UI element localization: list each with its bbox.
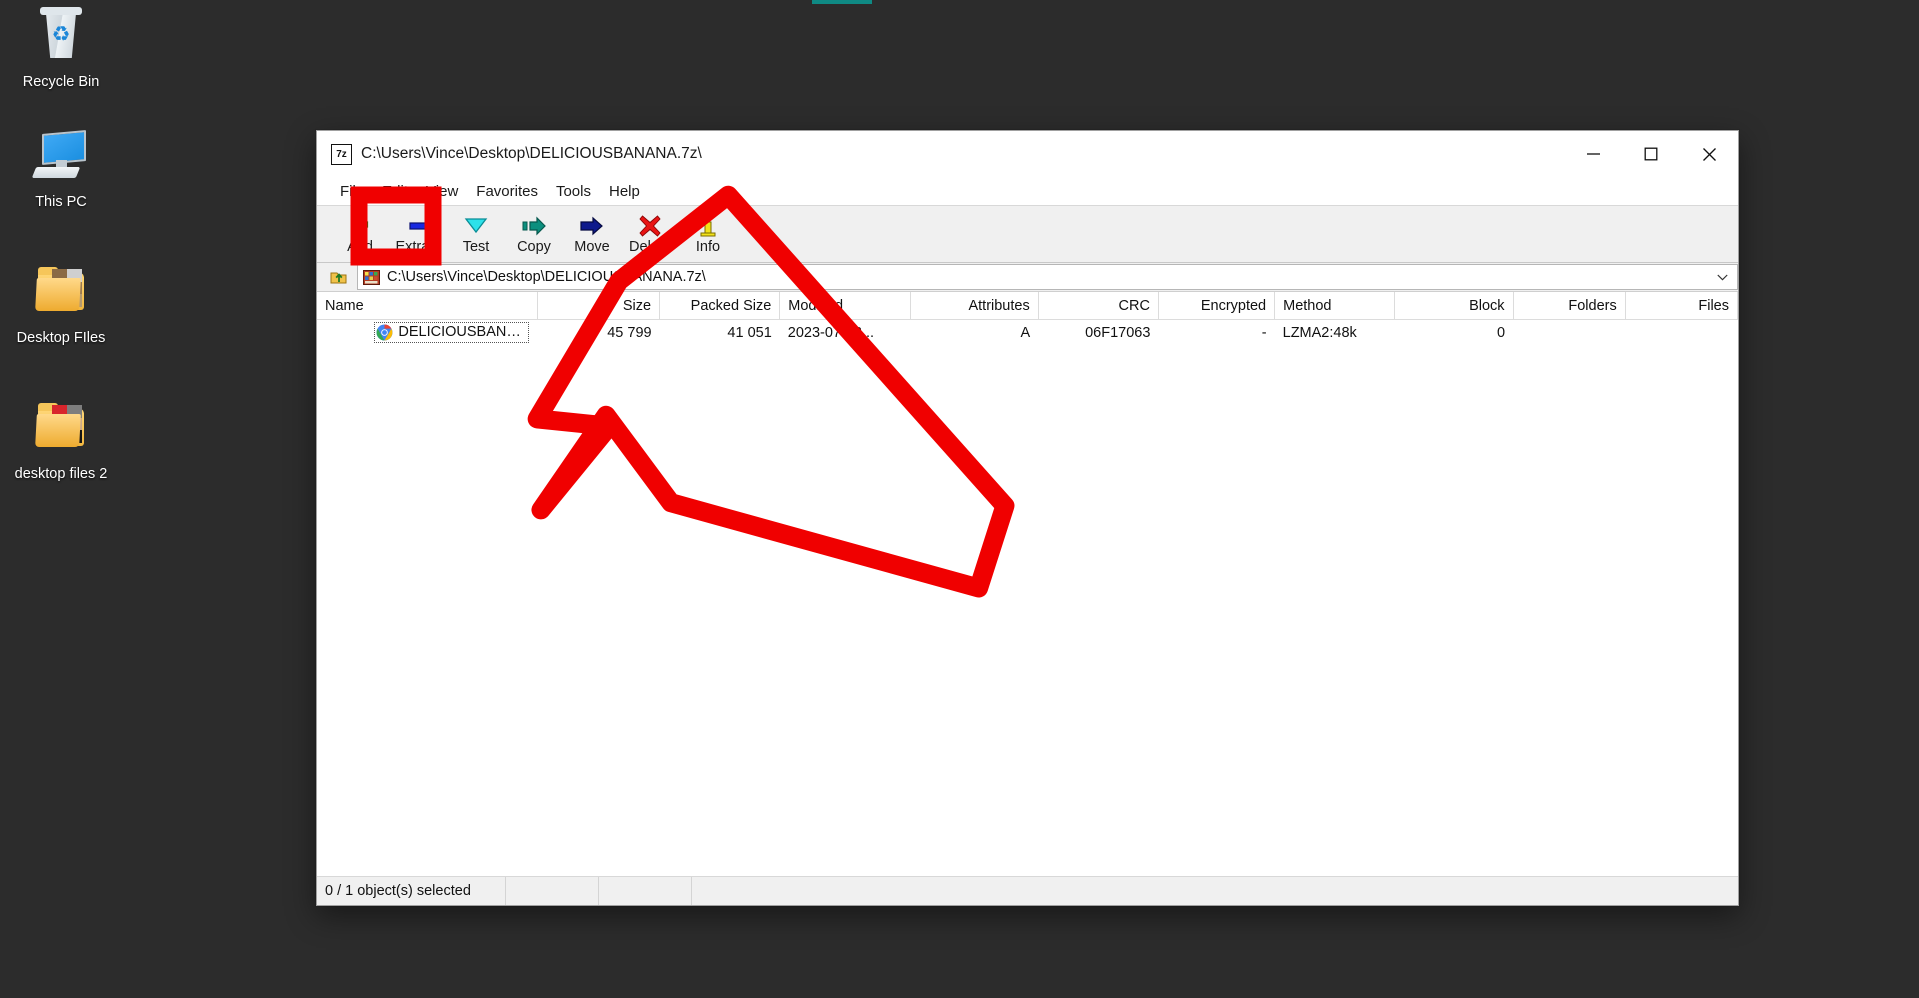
cell-modified: 2023-07-03... [780, 320, 910, 347]
table-header-row: Name Size Packed Size Modified Attribute… [317, 292, 1738, 320]
tool-bar: Add Extract Test [317, 205, 1738, 263]
info-icon [699, 214, 717, 238]
move-arrow-icon [580, 214, 605, 238]
address-input[interactable]: C:\Users\Vince\Desktop\DELICIOUSBANANA.7… [357, 264, 1738, 290]
desktop-icon-desktop-files-2[interactable]: desktop files 2 [2, 398, 120, 483]
computer-icon [30, 126, 92, 188]
up-folder-icon[interactable] [327, 266, 351, 288]
desktop-icon-label: desktop files 2 [2, 466, 120, 483]
column-header-attributes[interactable]: Attributes [910, 292, 1038, 320]
menu-item-file[interactable]: File [331, 181, 373, 202]
copy-arrow-icon [522, 214, 547, 238]
cell-method: LZMA2:48k [1275, 320, 1395, 347]
chevron-down-icon[interactable] [1711, 266, 1733, 288]
move-button[interactable]: Move [563, 208, 621, 260]
cell-block: 0 [1395, 320, 1513, 347]
title-bar[interactable]: 7z C:\Users\Vince\Desktop\DELICIOUSBANAN… [317, 131, 1738, 177]
chevron-down-icon [464, 214, 488, 238]
column-header-modified[interactable]: Modified [780, 292, 910, 320]
folder-icon [30, 398, 92, 460]
delete-label: Delete [629, 239, 671, 255]
column-header-block[interactable]: Block [1395, 292, 1513, 320]
cell-folders [1513, 320, 1625, 347]
minus-icon [407, 214, 429, 238]
cell-size: 45 799 [537, 320, 659, 347]
test-button[interactable]: Test [447, 208, 505, 260]
file-list[interactable]: Name Size Packed Size Modified Attribute… [317, 292, 1738, 877]
desktop-icon-label: Recycle Bin [2, 74, 120, 91]
status-field-3 [599, 877, 692, 905]
extract-button[interactable]: Extract [389, 208, 447, 260]
info-label: Info [696, 239, 720, 255]
desktop-icon-desktop-files[interactable]: Desktop FIles [2, 262, 120, 347]
chrome-icon [376, 324, 393, 341]
menu-item-favorites[interactable]: Favorites [467, 181, 547, 202]
file-name: DELICIOUSBANA... [398, 323, 526, 342]
column-header-files[interactable]: Files [1625, 292, 1737, 320]
cell-encrypted: - [1158, 320, 1274, 347]
seven-zip-window: 7z C:\Users\Vince\Desktop\DELICIOUSBANAN… [316, 130, 1739, 906]
status-bar: 0 / 1 object(s) selected [317, 877, 1738, 905]
test-label: Test [463, 239, 490, 255]
copy-button[interactable]: Copy [505, 208, 563, 260]
archive-icon [363, 270, 380, 285]
minimize-button[interactable] [1564, 132, 1622, 176]
column-header-folders[interactable]: Folders [1513, 292, 1625, 320]
close-button[interactable] [1680, 132, 1738, 176]
cell-crc: 06F17063 [1038, 320, 1158, 347]
copy-label: Copy [517, 239, 551, 255]
delete-button[interactable]: Delete [621, 208, 679, 260]
status-field-4 [692, 877, 1738, 905]
extract-label: Extract [395, 239, 440, 255]
recycle-bin-icon: ♻ [30, 6, 92, 68]
cell-packed-size: 41 051 [660, 320, 780, 347]
cell-attributes: A [910, 320, 1038, 347]
maximize-button[interactable] [1622, 132, 1680, 176]
column-header-encrypted[interactable]: Encrypted [1158, 292, 1274, 320]
address-path: C:\Users\Vince\Desktop\DELICIOUSBANANA.7… [387, 269, 1704, 285]
column-header-size[interactable]: Size [537, 292, 659, 320]
app-icon: 7z [331, 144, 352, 165]
address-bar: C:\Users\Vince\Desktop\DELICIOUSBANANA.7… [317, 263, 1738, 292]
menu-item-edit[interactable]: Edit [373, 181, 417, 202]
desktop-icon-label: Desktop FIles [2, 330, 120, 347]
info-button[interactable]: Info [679, 208, 737, 260]
move-label: Move [574, 239, 609, 255]
column-header-crc[interactable]: CRC [1038, 292, 1158, 320]
status-selection: 0 / 1 object(s) selected [317, 877, 506, 905]
desktop-icon-this-pc[interactable]: This PC [2, 126, 120, 211]
menu-item-view[interactable]: View [417, 181, 467, 202]
desktop-icon-recycle-bin[interactable]: ♻ Recycle Bin [2, 6, 120, 91]
file-table: Name Size Packed Size Modified Attribute… [317, 292, 1738, 346]
cell-name[interactable]: DELICIOUSBANA... [317, 320, 537, 347]
x-icon [639, 214, 661, 238]
desktop-icon-label: This PC [2, 194, 120, 211]
status-field-2 [506, 877, 599, 905]
add-label: Add [347, 239, 373, 255]
menu-item-tools[interactable]: Tools [547, 181, 600, 202]
folder-icon [30, 262, 92, 324]
accent-strip [812, 0, 872, 4]
title-bar-left: 7z C:\Users\Vince\Desktop\DELICIOUSBANAN… [317, 144, 1564, 165]
add-button[interactable]: Add [331, 208, 389, 260]
window-title: C:\Users\Vince\Desktop\DELICIOUSBANANA.7… [361, 145, 702, 163]
table-row[interactable]: DELICIOUSBANA... 45 799 41 051 2023-07-0… [317, 320, 1738, 347]
menu-item-help[interactable]: Help [600, 181, 649, 202]
column-header-name[interactable]: Name [317, 292, 537, 320]
plus-icon [349, 214, 371, 238]
column-header-method[interactable]: Method [1275, 292, 1395, 320]
menu-bar: File Edit View Favorites Tools Help [317, 177, 1738, 205]
column-header-packed-size[interactable]: Packed Size [660, 292, 780, 320]
cell-files [1625, 320, 1737, 347]
